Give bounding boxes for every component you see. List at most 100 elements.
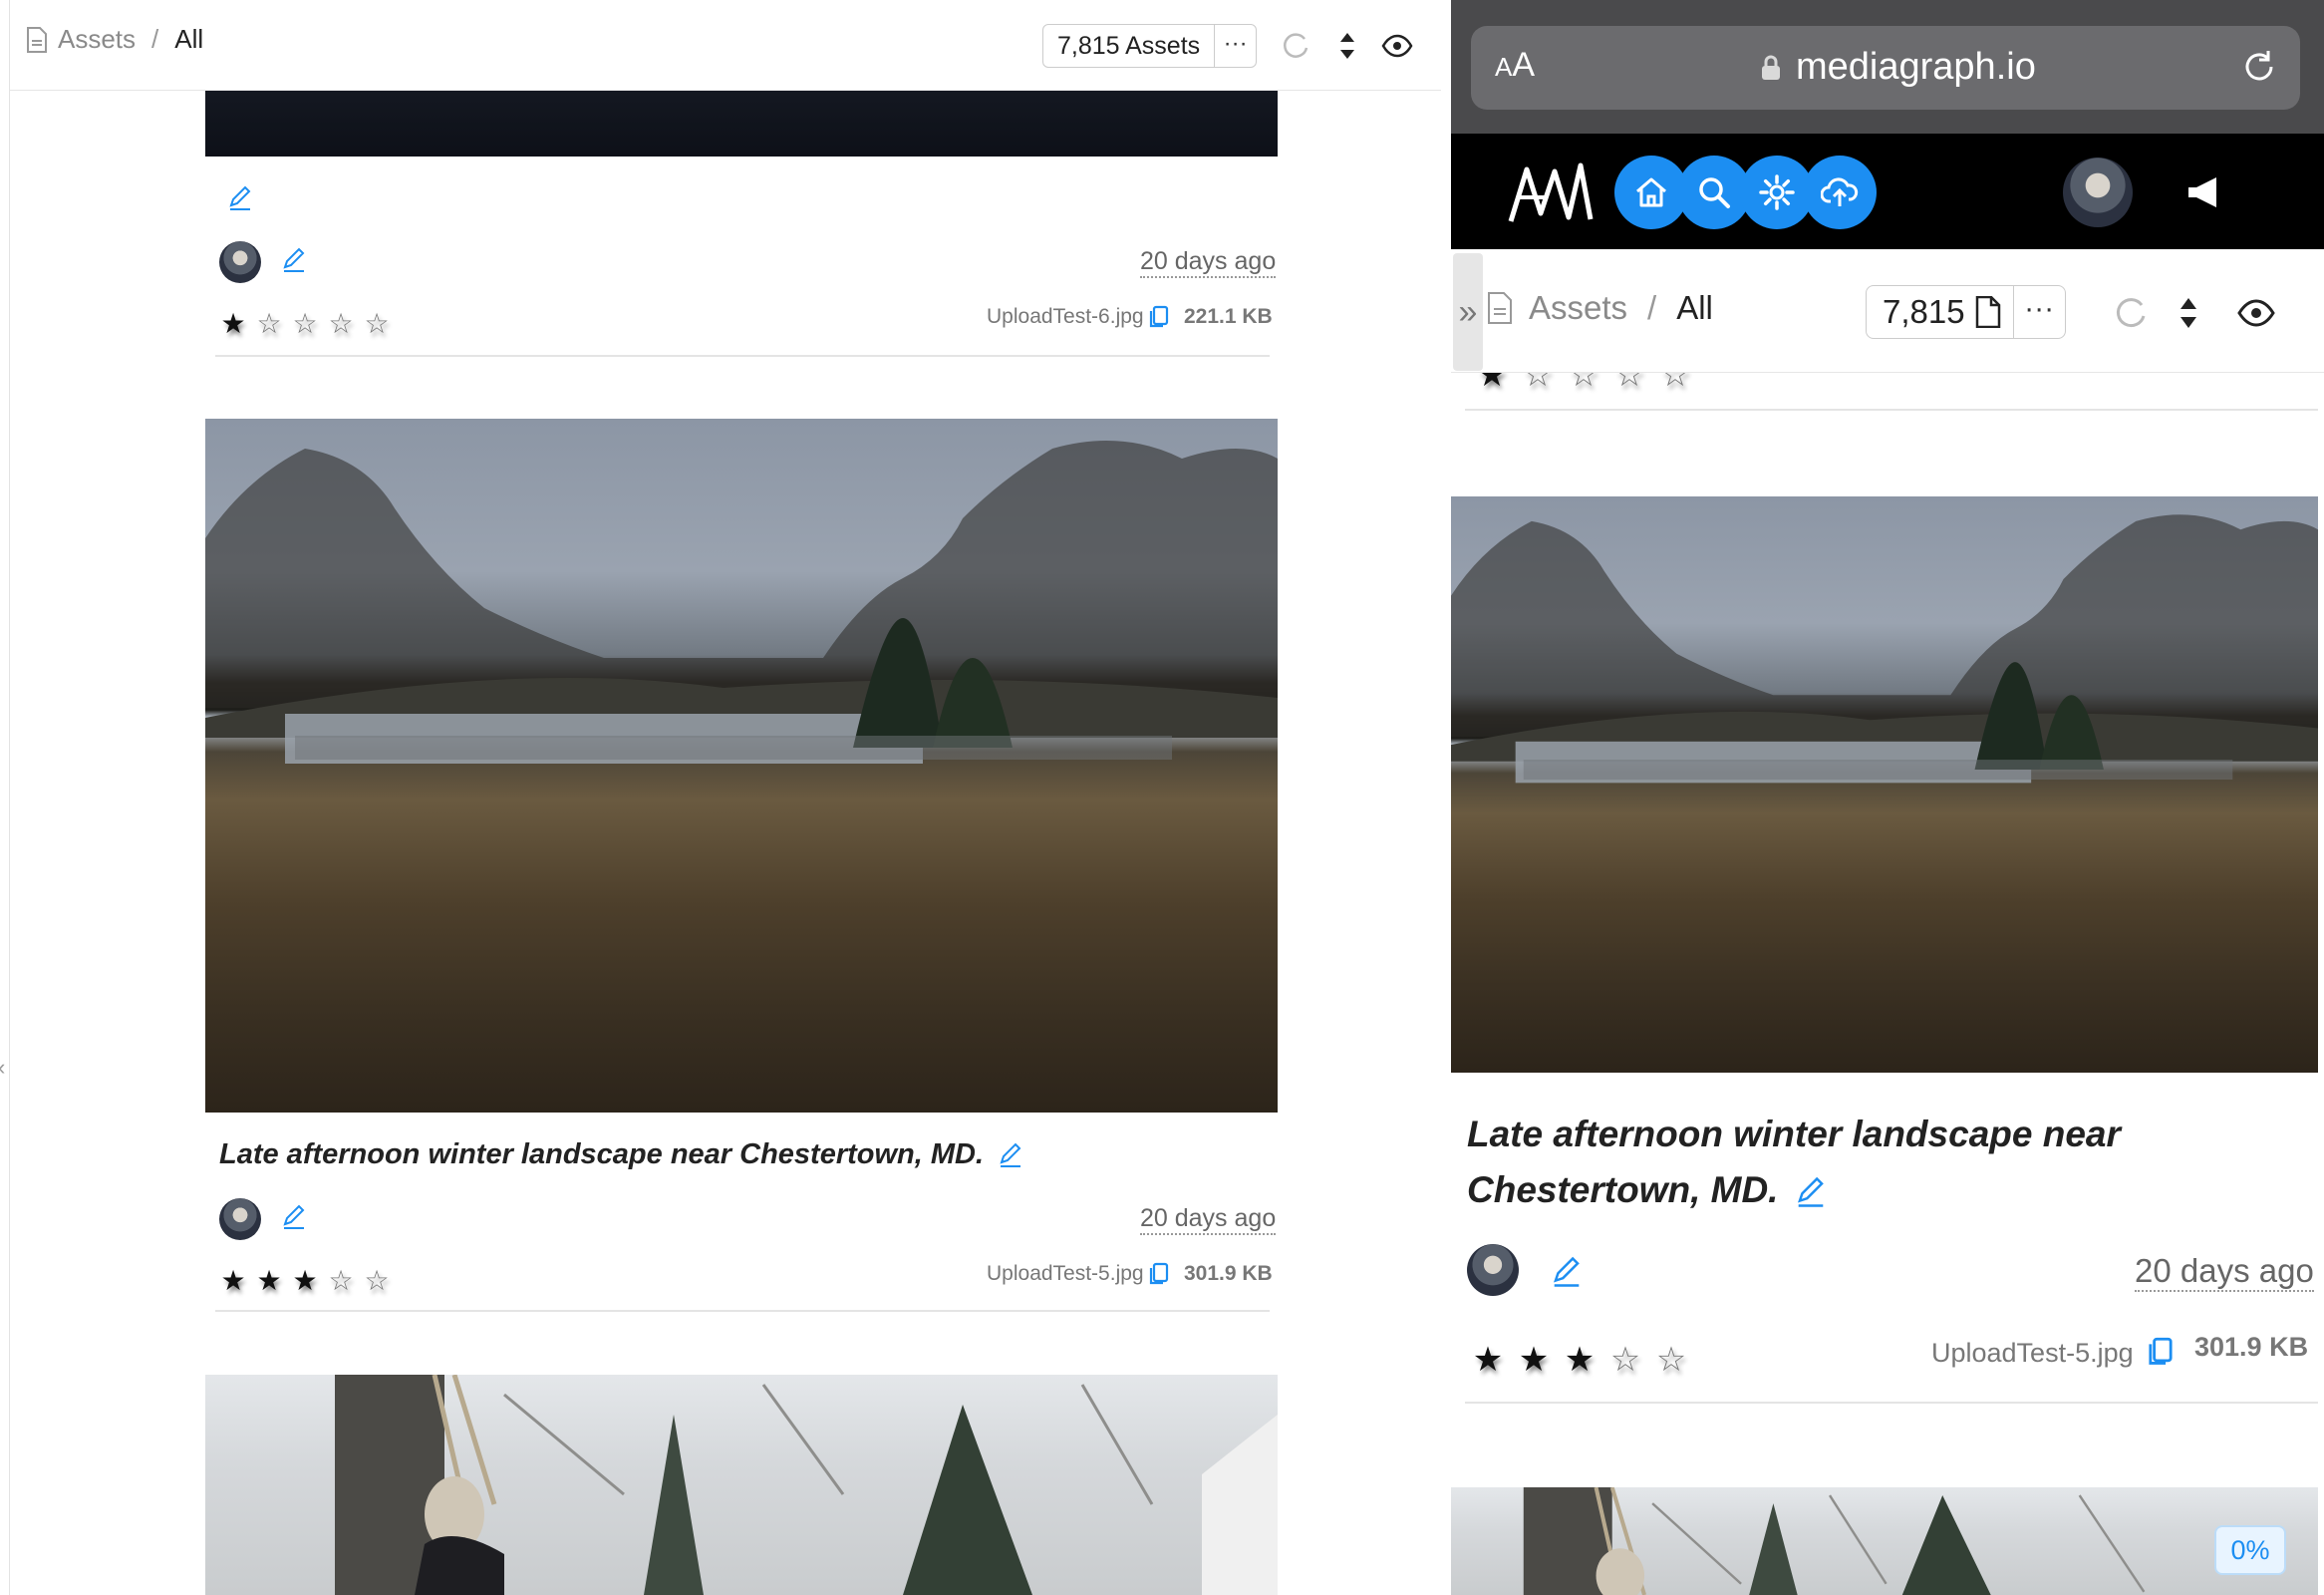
gear-icon — [1759, 174, 1795, 210]
divider — [1465, 1402, 2318, 1404]
eye-icon[interactable] — [1380, 29, 1414, 63]
avatar[interactable] — [1467, 1244, 1519, 1296]
star-icon[interactable]: ★ — [251, 1264, 287, 1297]
star-icon[interactable]: ★ — [1465, 1340, 1511, 1380]
edit-title-pencil-icon[interactable] — [1795, 1176, 1827, 1208]
more-options-button[interactable]: ··· — [2012, 286, 2065, 338]
desktop-pane: ‹ Assets / All 7,815 Assets ··· 20 days … — [0, 0, 1451, 1595]
star-icon[interactable]: ★ — [1511, 1340, 1557, 1380]
asset-thumbnail[interactable] — [205, 1375, 1278, 1595]
edit-pencil-icon[interactable] — [1551, 1256, 1583, 1288]
edit-pencil-icon[interactable] — [281, 247, 307, 273]
edit-title-pencil-icon[interactable] — [998, 1142, 1023, 1168]
timestamp: 20 days ago — [1140, 247, 1277, 278]
eye-icon[interactable] — [2236, 293, 2276, 333]
breadcrumb-separator: / — [151, 24, 159, 54]
upload-progress-badge[interactable]: 0% — [2214, 1525, 2286, 1575]
url-display[interactable]: mediagraph.io — [1760, 46, 2036, 89]
upload-button[interactable] — [1803, 156, 1877, 229]
address-bar[interactable]: AA mediagraph.io — [1471, 26, 2300, 110]
document-icon — [27, 26, 47, 53]
filename: UploadTest-5.jpg — [1931, 1338, 2134, 1368]
divider — [215, 355, 1270, 357]
filesize: 221.1 KB — [1184, 305, 1273, 328]
timestamp: 20 days ago — [1140, 1204, 1277, 1235]
asset-title: Late afternoon winter landscape near Che… — [1467, 1107, 2184, 1218]
asset-thumbnail[interactable] — [1451, 1487, 2318, 1595]
mediagraph-logo-icon[interactable] — [1505, 158, 1597, 227]
avatar[interactable] — [219, 241, 261, 283]
landscape-photo — [1451, 514, 2318, 784]
filesize: 301.9 KB — [2194, 1332, 2309, 1362]
timestamp: 20 days ago — [2135, 1252, 2314, 1292]
breadcrumb-root[interactable]: Assets — [58, 24, 136, 55]
landscape-photo — [205, 441, 1278, 764]
star-icon[interactable]: ☆ — [323, 307, 359, 340]
sort-icon[interactable] — [1330, 29, 1364, 63]
breadcrumb-current: All — [1676, 289, 1713, 326]
asset-count-button[interactable]: 7,815 — [1867, 286, 2013, 338]
asset-thumbnail[interactable] — [1451, 496, 2318, 1073]
asset-count-group: 7,815 ··· — [1866, 285, 2066, 339]
avatar[interactable] — [219, 1198, 261, 1240]
star-rating[interactable]: ★ ★ ★ ☆ ☆ — [1465, 1340, 1694, 1380]
swing-photo — [1523, 1487, 2146, 1595]
breadcrumb-current: All — [174, 24, 204, 54]
star-icon[interactable]: ☆ — [1602, 1340, 1648, 1380]
edit-title-pencil-icon[interactable] — [227, 185, 253, 211]
star-icon[interactable]: ☆ — [359, 307, 395, 340]
sidebar-collapse-handle[interactable]: ‹ — [0, 1055, 5, 1081]
lock-icon — [1762, 55, 1780, 80]
star-icon[interactable]: ☆ — [251, 307, 287, 340]
url-host: mediagraph.io — [1796, 46, 2036, 88]
star-icon[interactable]: ☆ — [287, 307, 323, 340]
breadcrumb: Assets / All — [1487, 289, 1713, 327]
megaphone-icon[interactable] — [2186, 175, 2222, 209]
star-icon[interactable]: ★ — [1557, 1340, 1602, 1380]
asset-thumbnail[interactable] — [205, 91, 1278, 157]
text-size-button[interactable]: AA — [1495, 46, 1535, 85]
search-icon — [1699, 177, 1730, 208]
asset-count-button[interactable]: 7,815 Assets — [1043, 25, 1214, 67]
copy-icon[interactable] — [1148, 305, 1170, 329]
refresh-icon[interactable] — [1279, 29, 1312, 63]
star-icon[interactable]: ★ — [215, 1264, 251, 1297]
app-navbar — [1451, 134, 2324, 249]
star-icon[interactable]: ☆ — [359, 1264, 395, 1297]
breadcrumb-separator: / — [1647, 289, 1657, 326]
copy-icon[interactable] — [2147, 1336, 2175, 1368]
asset-thumbnail[interactable] — [205, 419, 1278, 1113]
mobile-pane: AA mediagraph.io » Assets / All 7,815 ··… — [1451, 0, 2324, 1595]
file-icon — [1975, 296, 2000, 328]
star-icon[interactable]: ☆ — [1648, 1340, 1694, 1380]
divider — [1465, 409, 2318, 411]
refresh-icon[interactable] — [2111, 293, 2151, 333]
star-rating[interactable]: ★ ★ ★ ☆ ☆ — [215, 1264, 395, 1297]
user-avatar[interactable] — [2063, 158, 2133, 227]
star-icon[interactable]: ★ — [287, 1264, 323, 1297]
asset-count-group: 7,815 Assets ··· — [1042, 24, 1258, 68]
sidebar-edge — [0, 0, 10, 1595]
filesize: 301.9 KB — [1184, 1262, 1273, 1285]
swing-photo — [335, 1375, 1278, 1595]
edit-pencil-icon[interactable] — [281, 1204, 307, 1230]
filename: UploadTest-6.jpg — [987, 305, 1144, 328]
star-rating[interactable]: ★ ☆ ☆ ☆ ☆ — [215, 307, 395, 340]
upload-cloud-icon — [1821, 177, 1859, 206]
divider — [215, 1310, 1270, 1312]
toolbar-header: » Assets / All 7,815 ··· — [1451, 249, 2324, 373]
sidebar-expand-button[interactable]: » — [1453, 253, 1483, 371]
star-icon[interactable]: ☆ — [323, 1264, 359, 1297]
sort-icon[interactable] — [2169, 293, 2208, 333]
breadcrumb: Assets / All — [26, 24, 203, 55]
filename: UploadTest-5.jpg — [987, 1262, 1144, 1285]
breadcrumb-root[interactable]: Assets — [1529, 289, 1627, 327]
browser-chrome: AA mediagraph.io — [1451, 0, 2324, 134]
asset-title: Late afternoon winter landscape near Che… — [219, 1138, 1023, 1171]
more-options-button[interactable]: ··· — [1214, 25, 1256, 67]
reload-icon[interactable] — [2238, 46, 2280, 88]
toolbar-header: Assets / All 7,815 Assets ··· — [0, 0, 1441, 91]
document-icon — [1488, 292, 1512, 324]
copy-icon[interactable] — [1148, 1262, 1170, 1286]
star-icon[interactable]: ★ — [215, 307, 251, 340]
